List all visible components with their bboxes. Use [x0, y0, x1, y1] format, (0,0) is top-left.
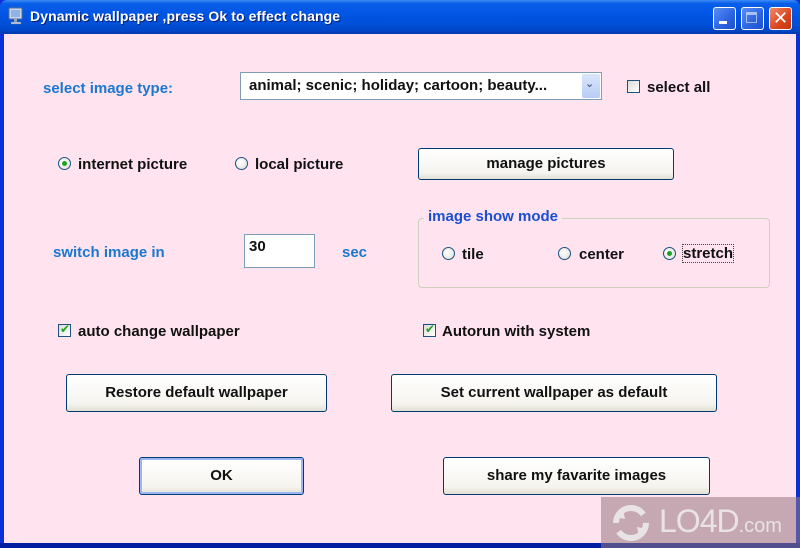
checkmark-icon: ✔ — [425, 322, 436, 336]
auto-change-label[interactable]: auto change wallpaper — [78, 323, 240, 340]
watermark: LO4D.com — [601, 497, 800, 548]
watermark-brand: LO4D — [659, 503, 740, 539]
image-type-value: animal; scenic; holiday; cartoon; beauty… — [249, 77, 548, 94]
image-show-mode-title: image show mode — [424, 208, 563, 225]
maximize-icon — [746, 12, 757, 23]
switch-interval-value: 30 — [249, 238, 266, 255]
share-favorite-images-button[interactable]: share my favarite images — [443, 457, 710, 495]
maximize-button[interactable] — [741, 7, 764, 30]
set-current-as-default-button[interactable]: Set current wallpaper as default — [391, 374, 717, 412]
image-type-dropdown[interactable]: animal; scenic; holiday; cartoon; beauty… — [240, 72, 602, 100]
ok-button[interactable]: OK — [139, 457, 304, 495]
switch-image-label: switch image in — [53, 244, 165, 261]
internet-picture-radio[interactable] — [58, 157, 71, 170]
close-icon: ✕ — [772, 8, 789, 29]
local-picture-label[interactable]: local picture — [255, 156, 343, 173]
seconds-unit-label: sec — [342, 244, 368, 261]
minimize-button[interactable] — [713, 7, 736, 30]
title-bar[interactable]: Dynamic wallpaper ,press Ok to effect ch… — [0, 0, 800, 34]
close-button[interactable]: ✕ — [769, 7, 792, 30]
select-all-checkbox[interactable] — [627, 80, 640, 93]
radio-selected-dot — [667, 251, 672, 256]
stretch-label[interactable]: stretch — [681, 244, 735, 263]
manage-pictures-button[interactable]: manage pictures — [418, 148, 674, 180]
select-all-label[interactable]: select all — [647, 79, 710, 96]
image-type-label: select image type: — [43, 80, 174, 97]
local-picture-radio[interactable] — [235, 157, 248, 170]
dialog-client-area: select image type: animal; scenic; holid… — [4, 34, 796, 543]
checkmark-icon: ✔ — [60, 322, 71, 336]
dropdown-button[interactable]: ⌄ — [582, 74, 600, 98]
tile-label[interactable]: tile — [462, 246, 484, 263]
window-title: Dynamic wallpaper ,press Ok to effect ch… — [30, 8, 341, 24]
autorun-checkbox[interactable]: ✔ — [423, 322, 436, 337]
autorun-label[interactable]: Autorun with system — [442, 323, 590, 340]
internet-picture-label[interactable]: internet picture — [78, 156, 187, 173]
watermark-suffix: .com — [738, 515, 782, 537]
center-label[interactable]: center — [579, 246, 624, 263]
auto-change-checkbox[interactable]: ✔ — [58, 322, 71, 337]
watermark-text: LO4D.com — [659, 503, 782, 540]
minimize-icon — [719, 21, 727, 24]
switch-interval-input[interactable]: 30 — [244, 234, 315, 268]
radio-selected-dot — [62, 161, 67, 166]
stretch-radio[interactable] — [663, 247, 676, 260]
window-border-right — [796, 34, 800, 543]
chevron-down-icon: ⌄ — [585, 77, 595, 90]
tile-radio[interactable] — [442, 247, 455, 260]
center-radio[interactable] — [558, 247, 571, 260]
monitor-icon — [8, 7, 23, 25]
app-window: Dynamic wallpaper ,press Ok to effect ch… — [0, 0, 800, 548]
restore-default-wallpaper-button[interactable]: Restore default wallpaper — [66, 374, 327, 412]
lo4d-logo-icon — [613, 505, 649, 541]
